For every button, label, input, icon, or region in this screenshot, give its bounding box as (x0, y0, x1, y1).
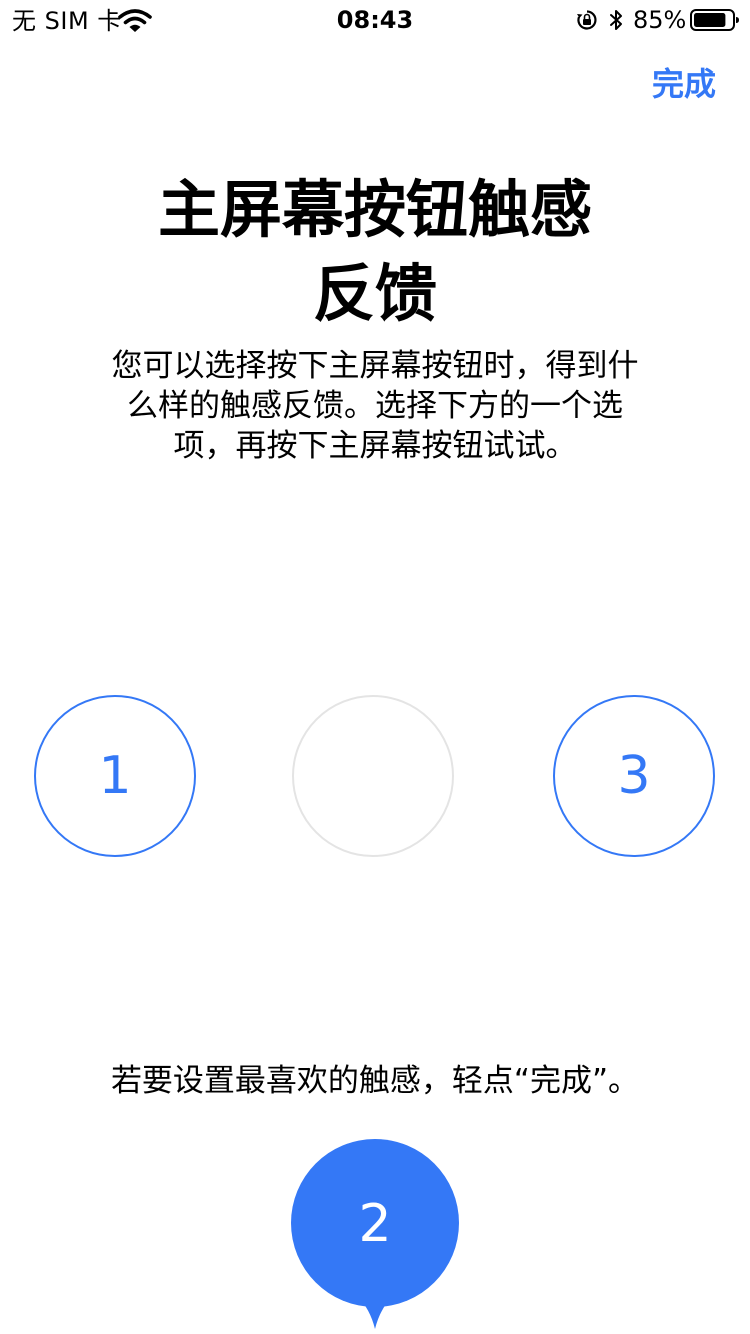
haptic-option-1[interactable]: 1 (34, 695, 196, 857)
haptic-option-3[interactable]: 3 (553, 695, 715, 857)
description-line-2: 么样的触感反馈。选择下方的一个选 (127, 388, 623, 424)
selected-option-bubble[interactable]: 2 (290, 1139, 460, 1334)
status-bar: 无 SIM 卡 08:43 85% (0, 0, 750, 40)
battery-percent: 85% (633, 6, 687, 34)
description-line-1: 您可以选择按下主屏幕按钮时，得到什 (111, 348, 639, 384)
selected-option-label: 2 (358, 1194, 392, 1254)
page-title-line-1: 主屏幕按钮触感 (157, 173, 592, 246)
rotation-lock-icon (577, 10, 597, 30)
page-title-line-2: 反馈 (312, 257, 437, 330)
done-button[interactable]: 完成 (652, 62, 716, 106)
page-title: 主屏幕按钮触感 反馈 (0, 168, 750, 336)
bluetooth-icon (610, 10, 622, 30)
battery-icon (690, 9, 739, 31)
description-text: 您可以选择按下主屏幕按钮时，得到什 么样的触感反馈。选择下方的一个选 项，再按下… (0, 346, 750, 466)
haptic-option-2-empty-slot[interactable] (292, 695, 454, 857)
hint-text: 若要设置最喜欢的触感，轻点“完成”。 (110, 1063, 640, 1099)
description-line-3: 项，再按下主屏幕按钮试试。 (173, 428, 577, 464)
